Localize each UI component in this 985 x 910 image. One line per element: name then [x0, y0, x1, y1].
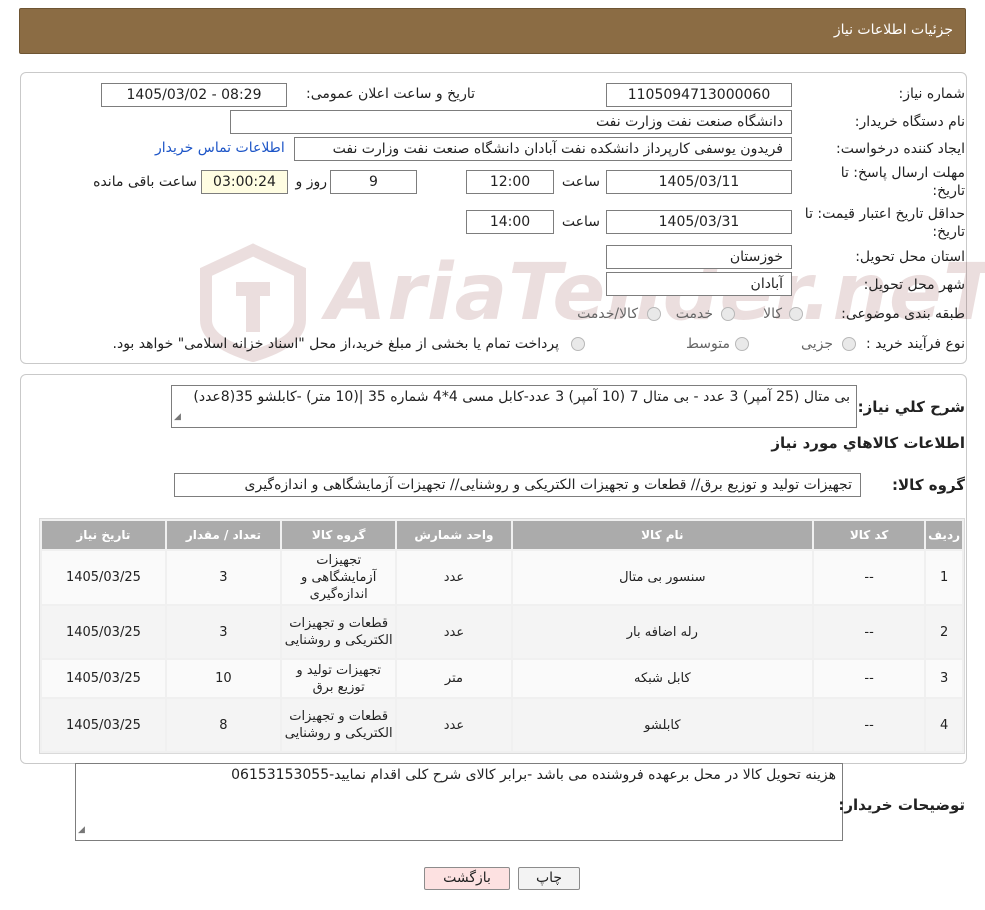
cell-row-number: 4 [926, 699, 962, 751]
col-header-need-date: تاریخ نیاز [42, 521, 165, 549]
page-header: جزئیات اطلاعات نیاز [19, 8, 966, 54]
province-label: استان محل تحویل: [855, 249, 965, 265]
col-header-goods-group: گروه کالا [282, 521, 396, 549]
cell-item-name: کابلشو [512, 699, 813, 751]
cell-goods-group: تجهیزات آزمایشگاهی و اندازه‌گیری [282, 551, 396, 604]
validity-label: حداقل تاریخ اعتبار قیمت: تا [804, 206, 965, 222]
deadline-label-date: تاریخ: [932, 183, 965, 199]
cell-goods-group: قطعات و تجهیزات الکتریکی و روشنایی [282, 699, 396, 751]
page-title: جزئیات اطلاعات نیاز [833, 22, 953, 38]
cell-row-number: 1 [926, 551, 962, 604]
process-label: نوع فرآیند خرید : [866, 336, 965, 352]
cell-item-name: کابل شبکه [512, 660, 813, 697]
process-option-minor: جزیی [801, 336, 833, 352]
resize-grip-icon[interactable]: ◢ [78, 822, 85, 839]
province-field: خوزستان [606, 245, 792, 269]
buyer-notes-text: هزینه تحویل کالا در محل برعهده فروشنده م… [231, 767, 836, 783]
deadline-time-label: ساعت [561, 174, 600, 190]
table-row: 3 -- کابل شبکه متر تجهیزات تولید و توزیع… [42, 660, 962, 697]
treasury-payment-note: پرداخت تمام یا بخشی از مبلغ خرید،از محل … [112, 336, 559, 352]
category-radio-goods-service[interactable] [647, 307, 661, 321]
cell-goods-group: تجهیزات تولید و توزیع برق [282, 660, 396, 697]
days-remaining-field: 9 [330, 170, 417, 194]
buyer-notes-textarea[interactable]: هزینه تحویل کالا در محل برعهده فروشنده م… [75, 763, 843, 841]
category-radio-goods[interactable] [789, 307, 803, 321]
need-number-label: شماره نیاز: [898, 86, 966, 102]
table-row: 4 -- کابلشو عدد قطعات و تجهیزات الکتریکی… [42, 699, 962, 751]
col-header-quantity: تعداد / مقدار [166, 521, 281, 549]
category-radio-service[interactable] [721, 307, 735, 321]
validity-date-field: 1405/03/31 [606, 210, 792, 234]
city-field: آبادان [606, 272, 792, 296]
category-label: طبقه بندی موضوعی: [841, 306, 965, 322]
cell-item-name: سنسور بی متال [512, 551, 813, 604]
table-row: 1 -- سنسور بی متال عدد تجهیزات آزمایشگاه… [42, 551, 962, 604]
buyer-org-label: نام دستگاه خریدار: [854, 114, 965, 130]
creator-field: فریدون یوسفی کارپرداز دانشکده نفت آبادان… [294, 137, 792, 161]
announce-label: تاریخ و ساعت اعلان عمومی: [306, 86, 475, 102]
cell-item-code: -- [814, 551, 925, 604]
cell-item-code: -- [814, 660, 925, 697]
table-row: 2 -- رله اضافه بار عدد قطعات و تجهیزات ا… [42, 606, 962, 658]
remaining-label: ساعت باقی مانده [93, 174, 197, 190]
resize-grip-icon[interactable]: ◢ [174, 409, 181, 426]
goods-group-field: تجهیزات تولید و توزیع برق// قطعات و تجهی… [174, 473, 861, 497]
deadline-time-field: 12:00 [466, 170, 554, 194]
cell-goods-group: قطعات و تجهیزات الکتریکی و روشنایی [282, 606, 396, 658]
summary-text: بی متال (25 آمپر) 3 عدد - بی متال 7 (10 … [193, 389, 850, 405]
cell-unit: عدد [397, 606, 511, 658]
cell-need-date: 1405/03/25 [42, 660, 165, 697]
cell-row-number: 3 [926, 660, 962, 697]
validity-time-field: 14:00 [466, 210, 554, 234]
cell-unit: عدد [397, 551, 511, 604]
announce-field: 1405/03/02 - 08:29 [101, 83, 287, 107]
buyer-org-field: دانشگاه صنعت نفت وزارت نفت [230, 110, 792, 134]
goods-section-title: اطلاعات کالاهاي مورد نياز [771, 434, 965, 452]
deadline-label: مهلت ارسال پاسخ: تا [840, 165, 965, 181]
cell-quantity: 8 [166, 699, 281, 751]
city-label: شهر محل تحویل: [863, 277, 965, 293]
category-option-goods-service: کالا/خدمت [577, 306, 638, 322]
process-option-medium: متوسط [686, 336, 730, 352]
col-header-item-name: نام کالا [512, 521, 813, 549]
summary-textarea[interactable]: بی متال (25 آمپر) 3 عدد - بی متال 7 (10 … [171, 385, 857, 428]
cell-row-number: 2 [926, 606, 962, 658]
category-option-service: خدمت [675, 306, 713, 322]
cell-item-code: -- [814, 699, 925, 751]
deadline-date-field: 1405/03/11 [606, 170, 792, 194]
need-number-field: 1105094713000060 [606, 83, 792, 107]
cell-quantity: 10 [166, 660, 281, 697]
summary-label: شرح کلي نياز: [857, 398, 965, 416]
process-radio-medium[interactable] [735, 337, 749, 351]
items-table: ردیف کد کالا نام کالا واحد شمارش گروه کا… [39, 518, 965, 754]
cell-need-date: 1405/03/25 [42, 606, 165, 658]
remaining-time-field: 03:00:24 [201, 170, 288, 194]
table-header-row: ردیف کد کالا نام کالا واحد شمارش گروه کا… [42, 521, 962, 549]
treasury-payment-checkbox[interactable] [571, 337, 585, 351]
days-label: روز و [295, 174, 328, 190]
cell-unit: متر [397, 660, 511, 697]
cell-quantity: 3 [166, 606, 281, 658]
buyer-contact-link[interactable]: اطلاعات تماس خریدار [155, 140, 285, 156]
cell-item-name: رله اضافه بار [512, 606, 813, 658]
validity-time-label: ساعت [561, 214, 600, 230]
cell-need-date: 1405/03/25 [42, 699, 165, 751]
validity-label-date: تاریخ: [932, 224, 965, 240]
col-header-item-code: کد کالا [814, 521, 925, 549]
category-option-goods: کالا [763, 306, 782, 322]
cell-quantity: 3 [166, 551, 281, 604]
buyer-notes-label: توضیحات خریدار: [838, 796, 965, 814]
cell-need-date: 1405/03/25 [42, 551, 165, 604]
col-header-unit: واحد شمارش [397, 521, 511, 549]
goods-group-label: گروه کالا: [892, 476, 965, 494]
cell-item-code: -- [814, 606, 925, 658]
back-button[interactable]: بازگشت [424, 867, 510, 890]
creator-label: ایجاد کننده درخواست: [836, 141, 965, 157]
cell-unit: عدد [397, 699, 511, 751]
print-button[interactable]: چاپ [518, 867, 580, 890]
process-radio-minor[interactable] [842, 337, 856, 351]
col-header-row-number: ردیف [926, 521, 962, 549]
